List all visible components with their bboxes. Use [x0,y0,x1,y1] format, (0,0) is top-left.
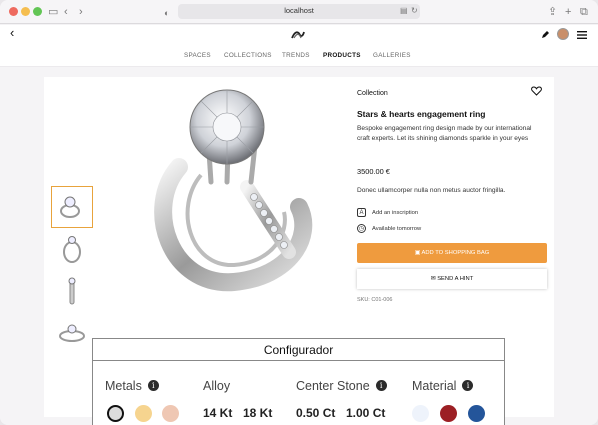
bag-icon: ▣ [414,250,422,256]
chevron-right-icon[interactable]: › [79,5,83,19]
metal-swatch-gold[interactable] [135,405,152,422]
stone-option-050ct[interactable]: 0.50 Ct [296,406,335,420]
product-title: Stars & hearts engagement ring [357,109,486,119]
tabs-icon[interactable]: ⧉ [580,5,588,19]
nav-products[interactable]: PRODUCTS [323,52,361,59]
collection-label: Collection [357,90,388,97]
product-description: Bespoke engagement ring design made by o… [357,125,532,142]
alloy-option-18kt[interactable]: 18 Kt [243,406,272,420]
info-icon[interactable]: i [375,380,387,391]
feature-label: Add an inscription [372,210,419,217]
feature-label: Available tomorrow [372,226,422,233]
url-text: localhost [284,6,314,15]
reload-icon[interactable]: ↻ [411,6,418,15]
thumbnail-side[interactable] [51,228,93,270]
stone-group: Center Stone i [296,379,387,393]
add-to-bag-label: ADD TO SHOPPING BAG [421,250,490,256]
chevron-left-icon[interactable]: ‹ [64,5,68,19]
nav-spaces[interactable]: SPACES [184,52,211,59]
browser-window: ▭ ‹ › ◐ localhost ▤ ↻ ⇪ + ⧉ ‹ SPACES COL… [0,0,598,425]
thumbnail-top[interactable] [51,312,93,354]
send-hint-button[interactable]: ✉ SEND A HINT [357,269,547,289]
metals-label: Metals [105,379,142,393]
send-hint-label: SEND A HINT [437,276,474,282]
configurator-panel: Configurador Metals i Alloy Center Stone i… [92,338,505,425]
info-icon[interactable]: i [147,380,159,391]
add-to-bag-button[interactable]: ▣ ADD TO SHOPPING BAG [357,243,547,263]
material-group: Material i [412,379,474,393]
avatar[interactable] [557,28,569,40]
address-bar[interactable]: localhost ▤ ↻ [178,4,420,19]
feature-inscription[interactable]: A Add an inscription [357,208,418,217]
alloy-option-14kt[interactable]: 14 Kt [203,406,232,420]
material-swatch-blue[interactable] [468,405,485,422]
menu-icon[interactable] [577,31,587,39]
material-swatch-red[interactable] [440,405,457,422]
metal-swatch-silver[interactable] [107,405,124,422]
site-topbar: ‹ [0,25,598,45]
ring-main-image [154,89,313,292]
material-label: Material [412,379,457,393]
share-icon[interactable]: ⇪ [548,5,557,19]
nav-trends[interactable]: TRENDS [282,52,310,59]
brand-logo-icon[interactable] [291,30,305,39]
sku-label: SKU: C01-006 [357,297,393,303]
nav-collections[interactable]: COLLECTIONS [224,52,272,59]
clock-icon: ◷ [357,224,366,233]
product-price: 3500.00 € [357,167,390,176]
close-window-button[interactable] [9,7,18,16]
zoom-window-button[interactable] [33,7,42,16]
pencil-icon[interactable] [541,30,550,39]
alloy-group: Alloy [203,379,230,393]
shield-icon: ◐ [164,8,170,18]
thumbnail-front[interactable] [51,186,93,228]
heart-icon[interactable] [531,86,542,96]
product-note: Donec ullamcorper nulla non metus auctor… [357,187,506,194]
alloy-label: Alloy [203,379,231,393]
browser-toolbar: ▭ ‹ › ◐ localhost ▤ ↻ ⇪ + ⧉ [0,0,598,24]
metal-swatch-rose-gold[interactable] [162,405,179,422]
stone-label: Center Stone [296,379,370,393]
info-icon[interactable]: i [462,380,474,391]
plus-icon[interactable]: + [565,5,571,19]
inscription-icon: A [357,208,366,217]
thumbnail-profile[interactable] [51,270,93,312]
metals-group: Metals i [105,379,159,393]
translate-icon[interactable]: ▤ [400,6,408,15]
nav-galleries[interactable]: GALLERIES [373,52,411,59]
feature-availability: ◷ Available tomorrow [357,224,421,233]
stone-option-100ct[interactable]: 1.00 Ct [346,406,385,420]
back-icon[interactable]: ‹ [10,25,14,40]
material-swatch-white[interactable] [412,405,429,422]
configurator-title: Configurador [93,339,504,361]
main-nav: SPACES COLLECTIONS TRENDS PRODUCTS GALLE… [0,45,598,67]
sidebar-icon[interactable]: ▭ [48,5,58,19]
minimize-window-button[interactable] [21,7,30,16]
